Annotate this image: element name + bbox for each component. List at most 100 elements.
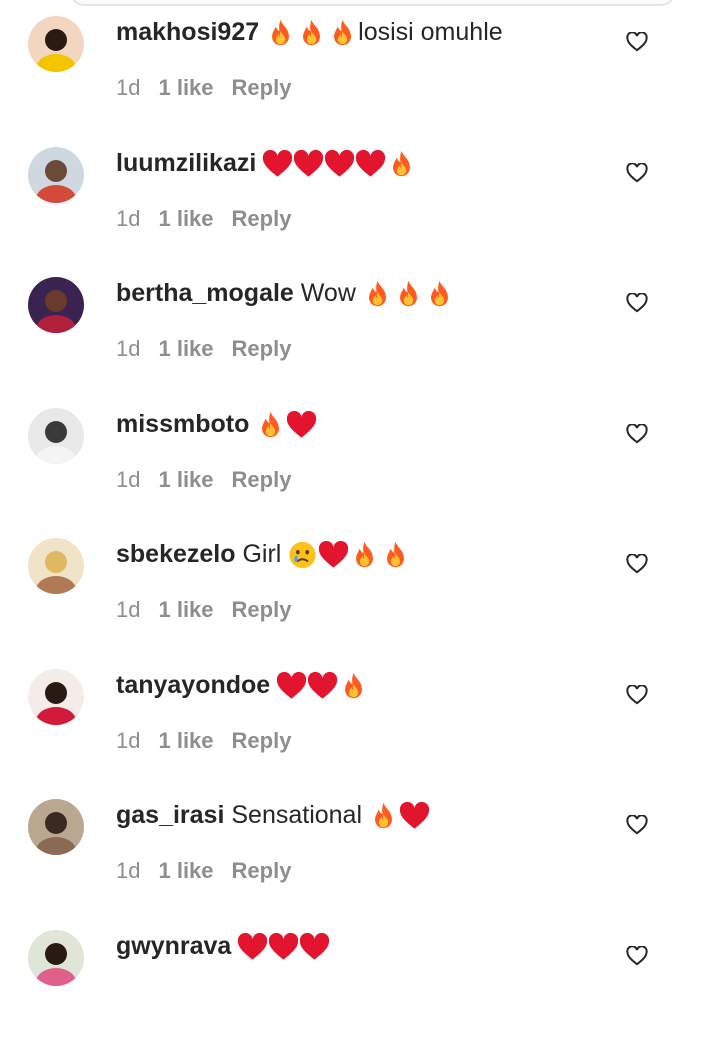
comment-meta: 1d 1 like Reply	[116, 858, 309, 884]
like-heart-icon[interactable]	[626, 814, 648, 835]
comment-line: missmboto	[116, 408, 317, 440]
comment-line: bertha_mogale Wow	[116, 277, 455, 309]
comment-emojis	[262, 149, 417, 179]
top-input-bar	[0, 0, 720, 8]
comment-likes-count[interactable]: 1 like	[158, 336, 213, 362]
comment-emojis	[237, 932, 330, 962]
comment-time: 1d	[116, 205, 141, 231]
fire-emoji-icon	[338, 671, 369, 701]
fire-emoji-icon	[386, 149, 417, 179]
comment-text-after: losisi omuhle	[358, 18, 503, 46]
heart-emoji-icon	[399, 801, 430, 831]
reply-button[interactable]: Reply	[232, 597, 292, 623]
comment-item: bertha_mogale Wow 1d 1 like Reply	[0, 269, 720, 399]
like-heart-icon[interactable]	[626, 944, 648, 966]
fire-emoji-icon	[327, 18, 358, 48]
comment-line: luumzilikazi	[116, 147, 417, 179]
comment-emojis	[255, 410, 317, 440]
avatar-woman-yellow[interactable]	[28, 16, 84, 72]
heart-emoji-icon	[262, 149, 293, 179]
comment-time: 1d	[116, 336, 141, 361]
comment-likes-count[interactable]: 1 like	[158, 728, 213, 754]
comment-line: makhosi927 losisi omuhle	[116, 16, 503, 48]
comment-likes-count[interactable]: 1 like	[158, 597, 213, 623]
comment-time: 1d	[116, 597, 141, 622]
like-heart-icon[interactable]	[626, 292, 648, 313]
avatar-man-red-shirt[interactable]	[28, 146, 84, 203]
comment-meta: 1d 1 like Reply	[116, 75, 309, 101]
like-heart-icon[interactable]	[626, 161, 648, 183]
comment-likes-count[interactable]: 1 like	[158, 467, 213, 493]
comment-line: sbekezelo Girl	[116, 538, 411, 570]
reply-button[interactable]: Reply	[232, 336, 292, 362]
comment-item: makhosi927 losisi omuhle 1d 1 like Reply	[0, 8, 720, 138]
fire-emoji-icon	[265, 18, 296, 48]
comment-meta: 1d 1 like Reply	[116, 728, 309, 754]
fire-emoji-icon	[380, 540, 411, 570]
crying-face-emoji-icon	[287, 540, 318, 570]
fire-emoji-icon	[393, 279, 424, 309]
comment-time: 1d	[116, 466, 141, 492]
fire-emoji-icon	[255, 410, 286, 440]
like-heart-icon[interactable]	[626, 31, 648, 52]
fire-emoji-icon	[349, 540, 380, 570]
comment-username[interactable]: gas_irasi	[116, 801, 224, 829]
comment-emojis	[287, 540, 411, 570]
like-heart-icon[interactable]	[626, 422, 648, 444]
comment-input-pill[interactable]	[70, 0, 675, 6]
comment-likes-count[interactable]: 1 like	[158, 858, 213, 884]
comment-username[interactable]: tanyayondoe	[116, 671, 270, 699]
heart-emoji-icon	[276, 671, 307, 701]
avatar-bw-portrait[interactable]	[28, 407, 84, 464]
fire-emoji-icon	[368, 801, 399, 831]
reply-button[interactable]: Reply	[232, 858, 292, 884]
comment-meta: 1d 1 like Reply	[116, 597, 309, 623]
comment-username[interactable]: makhosi927	[116, 18, 259, 46]
comment-line: tanyayondoe	[116, 669, 369, 701]
comment-username[interactable]: sbekezelo	[116, 540, 236, 568]
heart-emoji-icon	[307, 671, 338, 701]
avatar-group-dark[interactable]	[28, 277, 84, 333]
comment-item: sbekezelo Girl 1d 1 like Reply	[0, 530, 720, 660]
comment-text: Wow	[293, 279, 356, 307]
reply-button[interactable]: Reply	[232, 75, 292, 101]
fire-emoji-icon	[296, 18, 327, 48]
avatar-woman-red-lips[interactable]	[28, 668, 84, 725]
heart-emoji-icon	[286, 410, 317, 440]
comment-time: 1d	[116, 858, 141, 883]
like-heart-icon[interactable]	[626, 683, 648, 705]
heart-emoji-icon	[318, 540, 349, 570]
comment-item: missmboto 1d 1 like Reply	[0, 400, 720, 530]
fire-emoji-icon	[424, 279, 455, 309]
comment-line: gas_irasi Sensational	[116, 799, 430, 831]
reply-button[interactable]: Reply	[232, 467, 292, 493]
comment-text: Girl	[235, 540, 282, 568]
heart-emoji-icon	[293, 149, 324, 179]
reply-button[interactable]: Reply	[232, 728, 292, 754]
heart-emoji-icon	[299, 932, 330, 962]
comment-line: gwynrava	[116, 930, 330, 962]
avatar-blonde-woman[interactable]	[28, 538, 84, 594]
comment-emojis	[265, 18, 358, 48]
avatar-woman-pink-dress[interactable]	[28, 929, 84, 986]
comment-time: 1d	[116, 727, 141, 753]
heart-emoji-icon	[324, 149, 355, 179]
comment-username[interactable]: bertha_mogale	[116, 279, 294, 307]
comment-item: tanyayondoe 1d 1 like Reply	[0, 661, 720, 791]
comment-likes-count[interactable]: 1 like	[158, 206, 213, 232]
comment-time: 1d	[116, 75, 141, 100]
comment-emojis	[362, 279, 455, 309]
fire-emoji-icon	[362, 279, 393, 309]
comment-username[interactable]: missmboto	[116, 410, 249, 438]
comment-meta: 1d 1 like Reply	[116, 206, 309, 232]
comment-username[interactable]: gwynrava	[116, 932, 231, 960]
comment-username[interactable]: luumzilikazi	[116, 149, 256, 177]
comment-text: Sensational	[224, 801, 363, 829]
avatar-group-photo[interactable]	[28, 799, 84, 855]
comment-item: gwynrava	[0, 922, 720, 1052]
reply-button[interactable]: Reply	[232, 206, 292, 232]
comment-item: gas_irasi Sensational 1d 1 like Reply	[0, 791, 720, 921]
comment-likes-count[interactable]: 1 like	[158, 75, 213, 101]
comment-meta: 1d 1 like Reply	[116, 336, 309, 362]
like-heart-icon[interactable]	[626, 553, 648, 574]
